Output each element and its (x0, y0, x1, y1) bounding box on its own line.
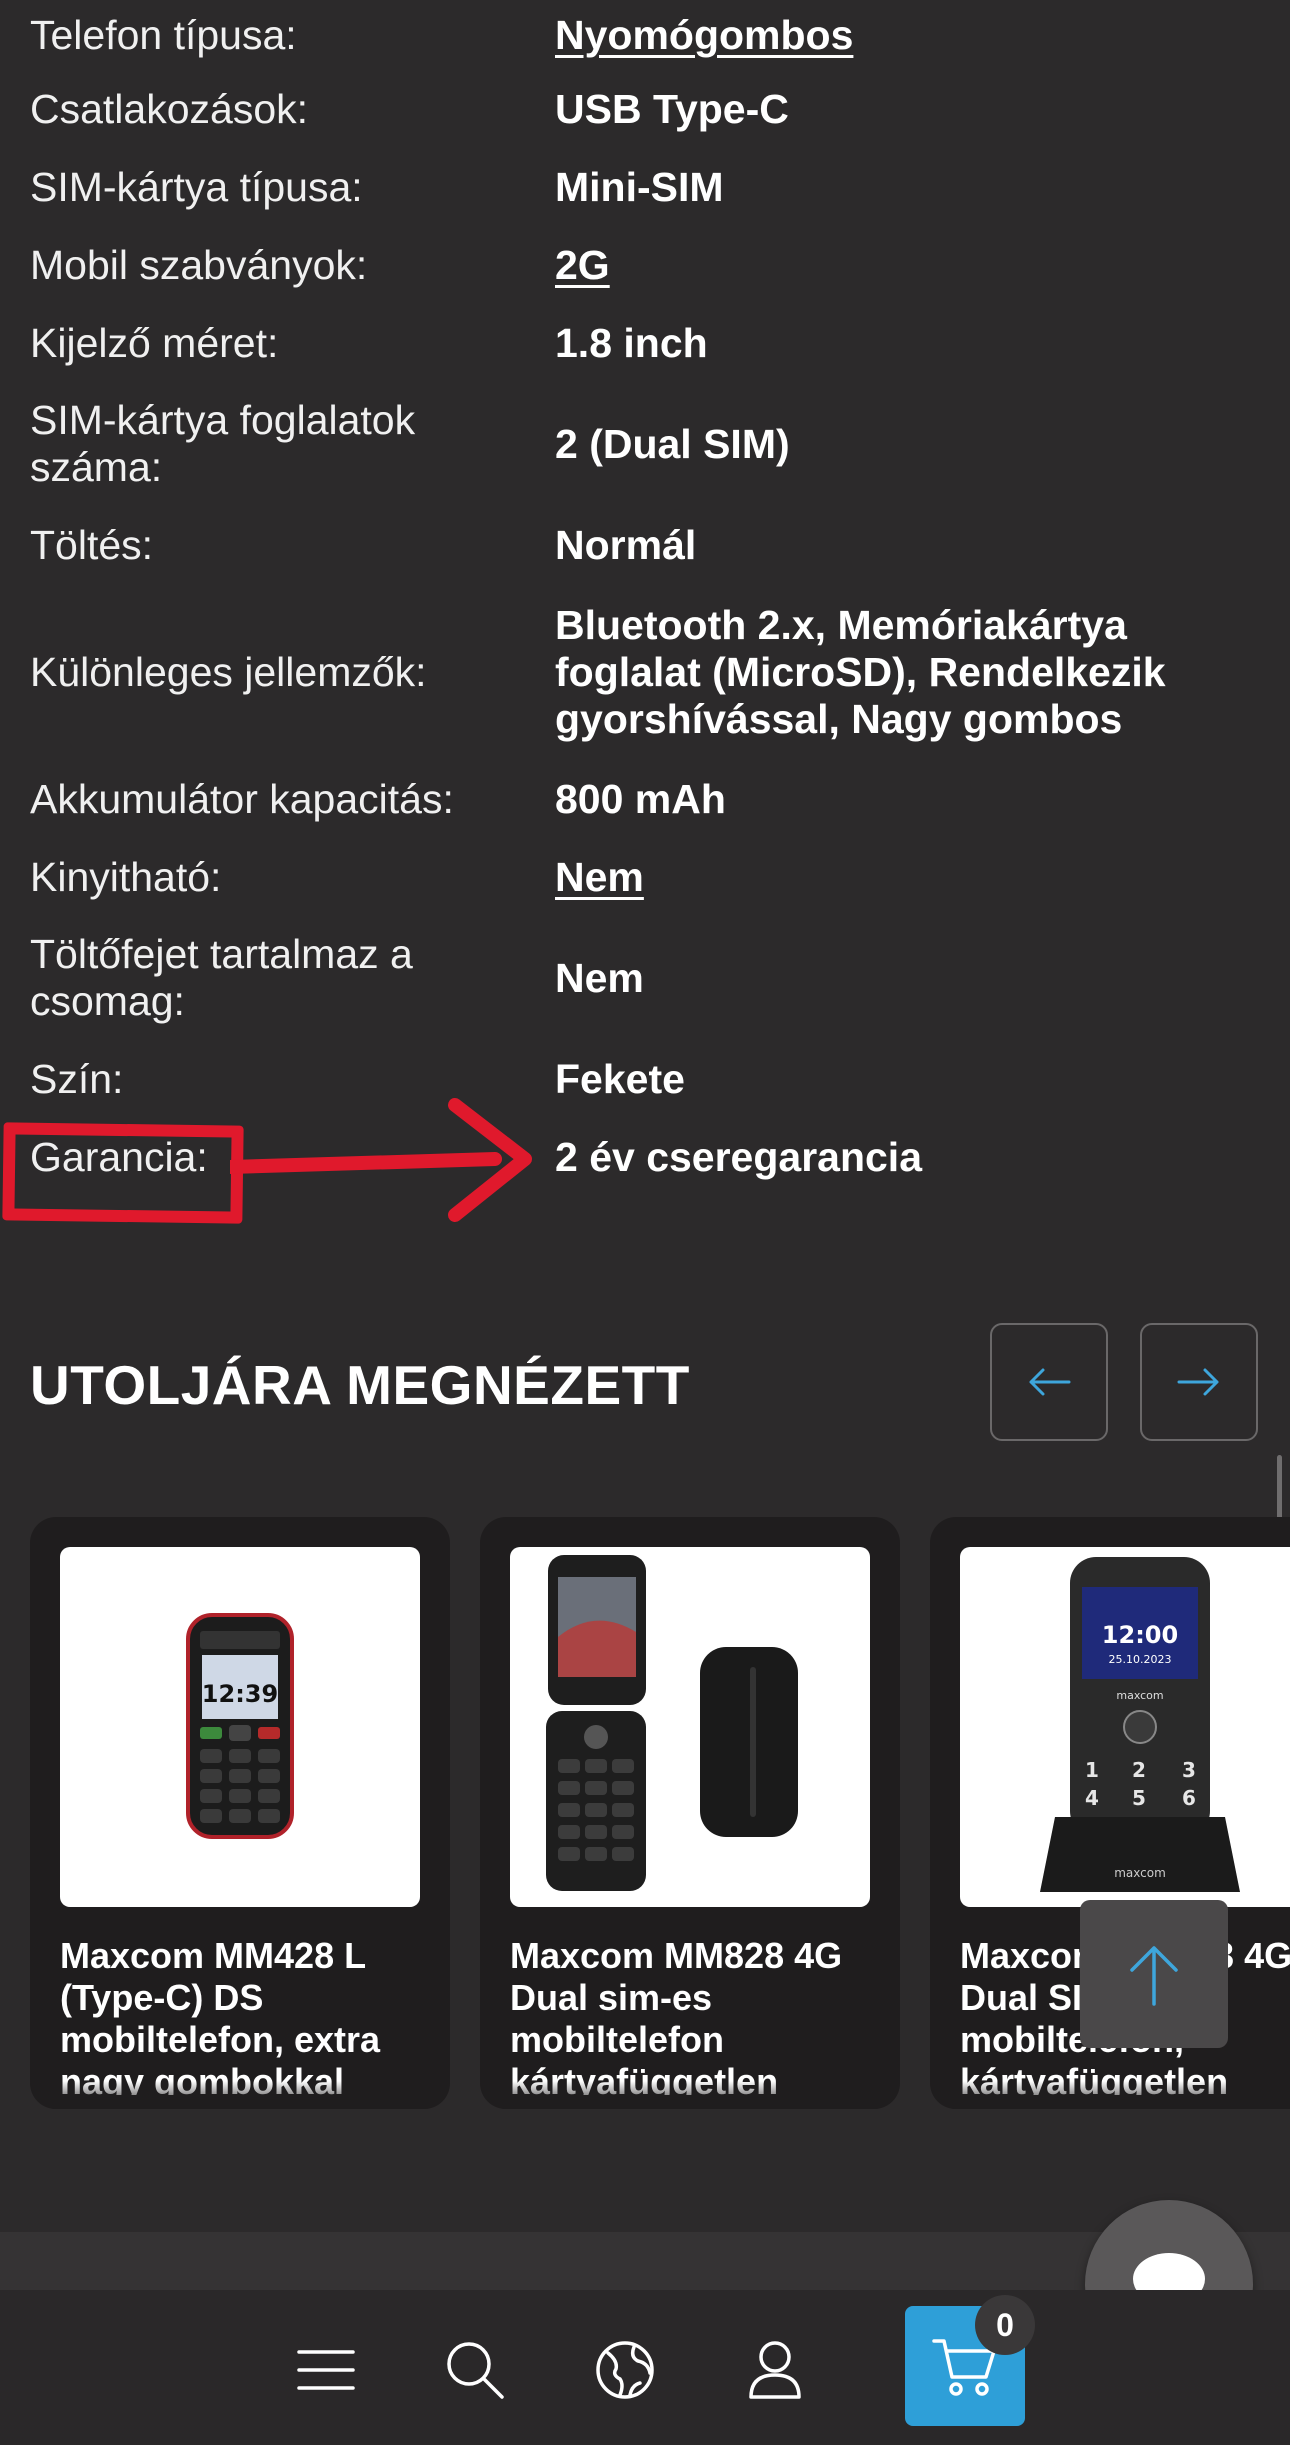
spec-row: Szín: Fekete (30, 1040, 1260, 1118)
spec-label: Töltés: (30, 521, 154, 568)
spec-value: 1.8 inch (555, 319, 708, 366)
account-button[interactable] (735, 2330, 815, 2410)
arrow-up-icon (1130, 1946, 1178, 2006)
bottom-nav (0, 2290, 1290, 2445)
section-title: UTOLJÁRA MEGNÉZETT (30, 1354, 690, 1416)
svg-text:4: 4 (1085, 1786, 1099, 1810)
spec-label: Töltőfejet tartalmaz a csomag: (30, 931, 413, 1024)
svg-text:3: 3 (1182, 1758, 1196, 1782)
spec-label: Különleges jellemzők: (30, 648, 427, 695)
product-title[interactable]: Maxcom MM828 4G Dual sim-es mobiltelefon… (510, 1935, 880, 2095)
spec-value: USB Type-C (555, 85, 789, 132)
scroll-to-top-button[interactable] (1080, 1900, 1228, 2048)
spec-label: Kijelző méret: (30, 319, 279, 366)
carousel-next-button[interactable] (1140, 1323, 1258, 1441)
spec-label: Akkumulátor kapacitás: (30, 775, 454, 822)
spec-row: SIM-kártya foglalatok száma: 2 (Dual SIM… (30, 382, 1260, 506)
spec-value: Normál (555, 521, 697, 568)
spec-row: Akkumulátor kapacitás: 800 mAh (30, 760, 1260, 838)
spec-value: 800 mAh (555, 775, 726, 822)
cart-count-badge: 0 (975, 2295, 1035, 2355)
search-button[interactable] (435, 2330, 515, 2410)
annotation-highlight-box (2, 1122, 244, 1224)
phone-image-icon: 12:39 (186, 1613, 294, 1839)
spec-value: Nem (555, 954, 644, 1001)
svg-text:1: 1 (1085, 1758, 1099, 1782)
svg-text:12:00: 12:00 (1102, 1621, 1178, 1649)
svg-text:6: 6 (1182, 1786, 1196, 1810)
dock-phone-image-icon: 12:00 25.10.2023 maxcom 123 456 789 maxc… (1040, 1557, 1240, 1892)
spec-value-link[interactable]: Nyomógombos (555, 12, 1260, 59)
carousel-prev-button[interactable] (990, 1323, 1108, 1441)
fade-overlay (480, 2081, 900, 2109)
spec-row: Telefon típusa: Nyomógombos (30, 0, 1260, 70)
user-icon (749, 2341, 801, 2399)
search-icon (447, 2342, 504, 2399)
product-image[interactable]: 12:39 (60, 1547, 420, 1907)
spec-row: SIM-kártya típusa: Mini-SIM (30, 148, 1260, 226)
language-button[interactable] (585, 2330, 665, 2410)
spec-label: Csatlakozások: (30, 85, 309, 132)
spec-label: SIM-kártya típusa: (30, 163, 363, 210)
globe-icon (596, 2341, 654, 2399)
spec-label: SIM-kártya foglalatok száma: (30, 397, 416, 490)
spec-row: Különleges jellemzők: Bluetooth 2.x, Mem… (30, 584, 1260, 760)
spec-label: Kinyitható: (30, 853, 222, 900)
product-title[interactable]: Maxcom MM428 L (Type-C) DS mobiltelefon,… (60, 1935, 430, 2095)
flip-phone-image-icon (546, 1555, 798, 1891)
spec-row: Töltőfejet tartalmaz a csomag: Nem (30, 916, 1260, 1040)
spec-value-link[interactable]: 2G (555, 242, 1260, 289)
spec-row: Töltés: Normál (30, 506, 1260, 584)
annotation-arrow-icon (230, 1098, 532, 1222)
product-image[interactable] (510, 1547, 870, 1907)
svg-text:maxcom: maxcom (1116, 1689, 1163, 1702)
menu-icon (297, 2350, 355, 2390)
svg-text:5: 5 (1132, 1786, 1146, 1810)
arrow-left-icon (1029, 1368, 1071, 1396)
spec-row: Kijelző méret: 1.8 inch (30, 304, 1260, 382)
spec-row: Kinyitható: Nem (30, 838, 1260, 916)
spec-value: Bluetooth 2.x, Memóriakártya foglalat (M… (555, 601, 1166, 742)
arrow-right-icon (1177, 1368, 1219, 1396)
spec-label: Mobil szabványok: (30, 241, 368, 288)
product-image[interactable]: 12:00 25.10.2023 maxcom 123 456 789 maxc… (960, 1547, 1290, 1907)
spec-row: Mobil szabványok: 2G (30, 226, 1260, 304)
menu-button[interactable] (286, 2330, 366, 2410)
fade-overlay (30, 2081, 450, 2109)
svg-text:25.10.2023: 25.10.2023 (1109, 1653, 1172, 1666)
svg-text:12:39: 12:39 (202, 1680, 278, 1708)
spec-value-link[interactable]: Nem (555, 854, 1260, 901)
spec-value: 2 (Dual SIM) (555, 420, 790, 467)
spec-row: Csatlakozások: USB Type-C (30, 70, 1260, 148)
svg-text:2: 2 (1132, 1758, 1146, 1782)
spec-table: Telefon típusa: Nyomógombos Csatlakozáso… (30, 0, 1260, 1196)
svg-text:maxcom: maxcom (1114, 1866, 1166, 1880)
product-card[interactable]: Maxcom MM828 4G Dual sim-es mobiltelefon… (480, 1517, 900, 2109)
spec-value: Mini-SIM (555, 163, 724, 210)
spec-label: Telefon típusa: (30, 11, 297, 58)
product-card[interactable]: 12:39 Maxcom MM428 L (Type-C) DS mobilte… (30, 1517, 450, 2109)
spec-value: 2 év cseregarancia (555, 1133, 922, 1180)
fade-overlay (930, 2081, 1290, 2109)
spec-value: Fekete (555, 1055, 685, 1102)
